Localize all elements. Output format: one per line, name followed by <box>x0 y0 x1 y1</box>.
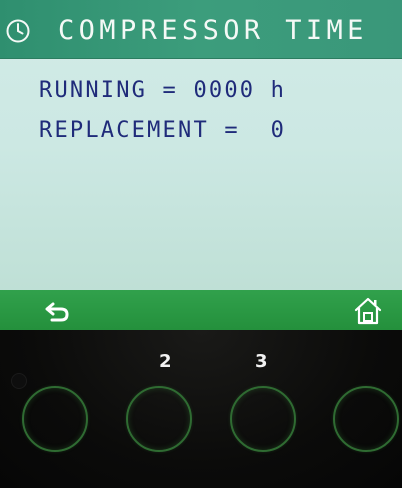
clock-icon <box>6 19 30 43</box>
home-icon[interactable] <box>353 296 383 326</box>
hardware-button-2[interactable] <box>126 386 192 452</box>
title-bar: COMPRESSOR TIME <box>0 0 402 58</box>
status-led <box>11 373 27 389</box>
page-title: COMPRESSOR TIME <box>58 15 368 46</box>
running-hours-text: RUNNING = 0000 h <box>39 78 287 103</box>
back-arrow-icon[interactable] <box>44 301 70 323</box>
button-2-label: 2 <box>159 351 172 372</box>
hardware-button-3[interactable] <box>230 386 296 452</box>
hardware-button-1[interactable] <box>22 386 88 452</box>
replacement-count-text: REPLACEMENT = 0 <box>39 118 287 143</box>
button-3-label: 3 <box>255 351 268 372</box>
hardware-button-4[interactable] <box>333 386 399 452</box>
